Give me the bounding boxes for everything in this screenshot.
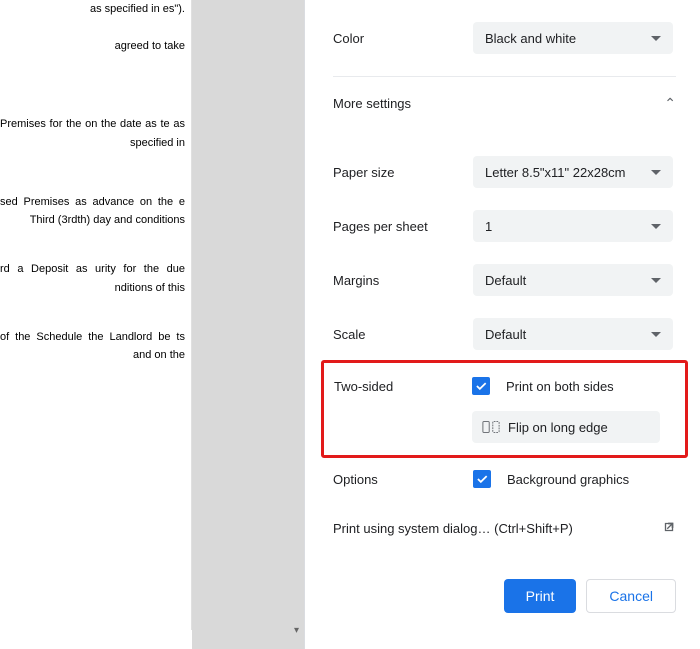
print-button[interactable]: Print <box>504 579 577 613</box>
document-preview-text: as specified in es"). agreed to take Pre… <box>0 0 191 365</box>
two-sided-checkbox[interactable] <box>472 377 490 395</box>
preview-line: agreed to take <box>0 37 185 56</box>
chevron-down-icon <box>651 36 661 41</box>
flip-row: Flip on long edge <box>334 411 675 443</box>
paper-size-row: Paper size Letter 8.5"x11" 22x28cm <box>333 156 676 188</box>
preview-line: sed Premises as advance on the e Third (… <box>0 193 185 230</box>
print-settings-panel: Color Black and white More settings ⌃ Pa… <box>304 0 700 649</box>
flip-long-edge-icon <box>482 420 500 434</box>
paper-size-label: Paper size <box>333 165 473 180</box>
cancel-button[interactable]: Cancel <box>586 579 676 613</box>
external-link-icon <box>662 520 676 537</box>
scale-value: Default <box>485 327 526 342</box>
more-settings-toggle[interactable]: More settings ⌃ <box>333 95 676 112</box>
chevron-down-icon <box>651 224 661 229</box>
color-label: Color <box>333 31 473 46</box>
check-icon <box>474 379 488 393</box>
scale-label: Scale <box>333 327 473 342</box>
preview-line: Premises for the on the date as te as sp… <box>0 115 185 152</box>
system-dialog-text: Print using system dialog… (Ctrl+Shift+P… <box>333 521 573 536</box>
margins-row: Margins Default <box>333 264 676 296</box>
background-graphics-checkbox[interactable] <box>473 470 491 488</box>
margins-label: Margins <box>333 273 473 288</box>
dialog-footer: Print Cancel <box>333 579 676 613</box>
paper-size-value: Letter 8.5"x11" 22x28cm <box>485 165 626 180</box>
chevron-up-icon: ⌃ <box>664 95 676 112</box>
check-icon <box>475 472 489 486</box>
preview-gutter <box>192 0 304 649</box>
preview-line: rd a Deposit as urity for the due nditio… <box>0 260 185 297</box>
two-sided-label: Two-sided <box>334 379 472 394</box>
scroll-down-icon[interactable]: ▾ <box>289 623 304 638</box>
flip-select[interactable]: Flip on long edge <box>472 411 660 443</box>
two-sided-row: Two-sided Print on both sides <box>334 377 675 395</box>
more-settings-label: More settings <box>333 96 411 111</box>
preview-line: of the Schedule the Landlord be ts and o… <box>0 328 185 365</box>
preview-line: as specified in es"). <box>0 0 185 19</box>
margins-select[interactable]: Default <box>473 264 673 296</box>
chevron-down-icon <box>651 278 661 283</box>
pages-per-sheet-label: Pages per sheet <box>333 219 473 234</box>
margins-value: Default <box>485 273 526 288</box>
color-select[interactable]: Black and white <box>473 22 673 54</box>
print-preview-pane: as specified in es"). agreed to take Pre… <box>0 0 192 630</box>
two-sided-highlight: Two-sided Print on both sides Flip on lo… <box>321 360 688 458</box>
pages-per-sheet-value: 1 <box>485 219 492 234</box>
paper-size-select[interactable]: Letter 8.5"x11" 22x28cm <box>473 156 673 188</box>
divider <box>333 76 676 77</box>
flip-value: Flip on long edge <box>508 420 608 435</box>
system-dialog-link[interactable]: Print using system dialog… (Ctrl+Shift+P… <box>333 520 676 537</box>
two-sided-checkbox-label: Print on both sides <box>506 379 614 394</box>
scale-select[interactable]: Default <box>473 318 673 350</box>
chevron-down-icon <box>651 332 661 337</box>
color-value: Black and white <box>485 31 576 46</box>
color-row: Color Black and white <box>333 22 676 54</box>
background-graphics-label: Background graphics <box>507 472 629 487</box>
options-label: Options <box>333 472 473 487</box>
pages-per-sheet-row: Pages per sheet 1 <box>333 210 676 242</box>
pages-per-sheet-select[interactable]: 1 <box>473 210 673 242</box>
chevron-down-icon <box>651 170 661 175</box>
options-row: Options Background graphics <box>333 470 676 488</box>
scale-row: Scale Default <box>333 318 676 350</box>
